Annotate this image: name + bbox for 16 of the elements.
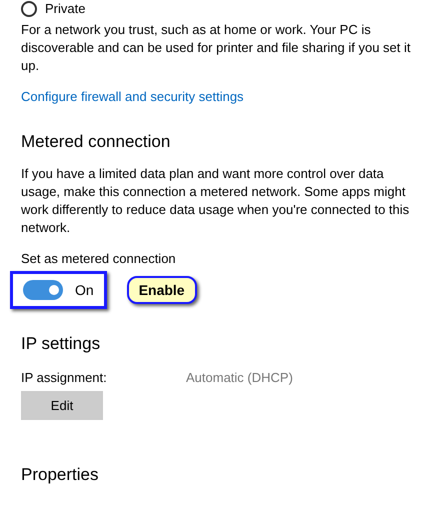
- section-heading: Metered connection: [21, 131, 172, 153]
- toggle-knob: [49, 285, 59, 295]
- profile-description: For a network you trust, such as at home or work. Your PC is discoverable and can be used for printer and file sharing if you set it up.: [21, 21, 412, 75]
- metered-description: If you have a limited data plan and want more control over data usage, make this connection a metered network. Some apps might work differently to reduce data usage when you're connected to this network.: [21, 165, 410, 237]
- section-heading: Properties: [21, 464, 100, 486]
- toggle-state: On: [75, 281, 94, 299]
- edit-button[interactable]: Edit: [21, 391, 103, 420]
- enable-callout: Enable: [126, 276, 197, 304]
- field-label: IP assignment:: [21, 369, 108, 387]
- firewall-settings-link[interactable]: Configure firewall and security settings: [21, 88, 244, 106]
- radio-label: Private: [45, 0, 86, 18]
- section-heading: IP settings: [21, 333, 102, 355]
- field-value: Automatic (DHCP): [186, 369, 293, 387]
- radio-button[interactable]: [21, 1, 37, 17]
- toggle-label: Set as metered connection: [21, 250, 176, 268]
- toggle-switch[interactable]: [23, 280, 63, 300]
